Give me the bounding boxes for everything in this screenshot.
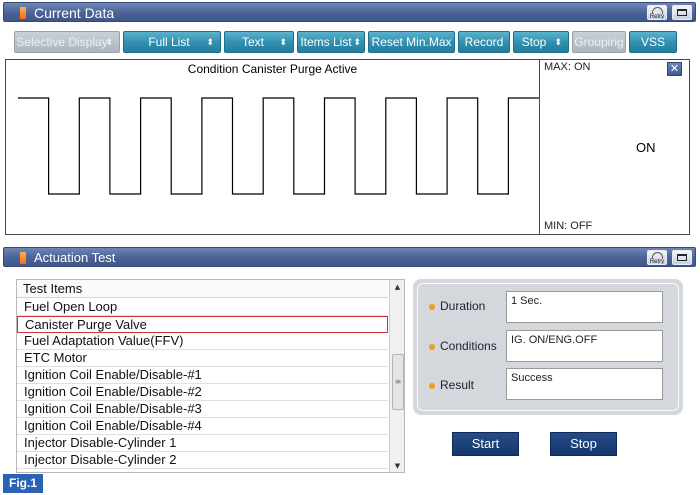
window-icon [677, 254, 687, 261]
retry-icon [652, 252, 663, 259]
grouping-button[interactable]: Grouping [572, 31, 626, 53]
test-items-list: Test Items Fuel Open Loop Canister Purge… [16, 279, 405, 473]
test-details-panel: Duration 1 Sec. Conditions IG. ON/ENG.OF… [413, 279, 683, 415]
updown-icon: ⬍ [279, 37, 287, 47]
list-item[interactable]: Fuel Adaptation Value(FFV) [17, 333, 388, 350]
min-label: MIN: OFF [544, 220, 593, 232]
list-scrollbar[interactable]: ▲ ≡ ▼ [389, 280, 404, 472]
text-label: Text [241, 35, 264, 49]
selective-display-dropdown[interactable]: Selective Display ⬍ [14, 31, 120, 53]
result-field: Success [506, 368, 663, 400]
actuation-test-header: Actuation Test Retry [3, 247, 696, 267]
signal-line [18, 97, 539, 195]
list-item[interactable]: Injector Disable-Cylinder 2 [17, 452, 388, 469]
graph-title: Condition Canister Purge Active [187, 62, 358, 76]
vss-label: VSS [640, 35, 665, 49]
list-item[interactable]: Ignition Coil Enable/Disable-#3 [17, 401, 388, 418]
list-item[interactable]: Ignition Coil Enable/Disable-#4 [17, 418, 388, 435]
header-marker-icon [20, 7, 26, 19]
graph-divider [539, 60, 540, 234]
updown-icon: ⬍ [554, 37, 562, 47]
stop-button[interactable]: Stop [550, 432, 617, 456]
updown-icon: ⬍ [353, 37, 361, 47]
figure-label: Fig.1 [3, 474, 43, 493]
duration-label: Duration [440, 299, 486, 313]
bullet-icon [429, 304, 435, 310]
grouping-label: Grouping [574, 35, 624, 49]
updown-icon: ⬍ [206, 37, 214, 47]
duration-field: 1 Sec. [506, 291, 663, 323]
list-item[interactable]: Ignition Coil Enable/Disable-#2 [17, 384, 388, 401]
text-dropdown[interactable]: Text ⬍ [224, 31, 294, 53]
list-item-selected[interactable]: Canister Purge Valve [17, 316, 388, 333]
record-label: Record [464, 35, 504, 49]
reset-min-max-label: Reset Min.Max [371, 35, 452, 49]
stop-dropdown[interactable]: Stop ⬍ [513, 31, 569, 53]
result-label: Result [440, 378, 475, 392]
full-list-label: Full List [148, 35, 190, 49]
bullet-icon [429, 344, 435, 350]
retry-button[interactable]: Retry [647, 5, 667, 20]
scroll-up-icon[interactable]: ▲ [390, 280, 404, 294]
window-toggle-button[interactable] [672, 5, 692, 20]
current-data-header: Current Data Retry [3, 2, 696, 22]
start-button[interactable]: Start [452, 432, 519, 456]
close-icon[interactable]: ✕ [667, 62, 682, 76]
retry-label: Retry [649, 14, 665, 20]
reset-min-max-button[interactable]: Reset Min.Max [368, 31, 455, 53]
current-value: ON [636, 140, 656, 155]
list-item[interactable]: ETC Motor [17, 350, 388, 367]
conditions-field: IG. ON/ENG.OFF [506, 330, 663, 362]
selective-display-label: Selective Display [16, 35, 108, 49]
current-data-title: Current Data [34, 5, 115, 21]
retry-icon [652, 7, 663, 14]
scroll-thumb[interactable]: ≡ [392, 354, 404, 410]
list-item[interactable]: Ignition Coil Enable/Disable-#1 [17, 367, 388, 384]
signal-graph: Condition Canister Purge Active MAX: ON … [5, 59, 690, 235]
full-list-dropdown[interactable]: Full List ⬍ [123, 31, 221, 53]
window-toggle-button[interactable] [672, 250, 692, 265]
updown-icon: ⬍ [105, 37, 113, 47]
record-button[interactable]: Record [458, 31, 510, 53]
list-item[interactable]: Fuel Open Loop [17, 299, 388, 316]
stop-label: Stop [521, 35, 547, 49]
conditions-label: Conditions [440, 339, 497, 353]
scroll-down-icon[interactable]: ▼ [390, 462, 404, 472]
vss-button[interactable]: VSS [629, 31, 677, 53]
bullet-icon [429, 383, 435, 389]
list-item[interactable]: Injector Disable-Cylinder 1 [17, 435, 388, 452]
max-label: MAX: ON [544, 61, 591, 73]
items-list-dropdown[interactable]: Items List ⬍ [297, 31, 365, 53]
actuation-test-title: Actuation Test [34, 250, 116, 265]
retry-label: Retry [649, 259, 665, 265]
list-header: Test Items [17, 280, 388, 298]
window-icon [677, 9, 687, 16]
square-wave-plot [18, 97, 539, 195]
items-list-label: Items List [300, 35, 352, 49]
retry-button[interactable]: Retry [647, 250, 667, 265]
header-marker-icon [20, 252, 26, 264]
